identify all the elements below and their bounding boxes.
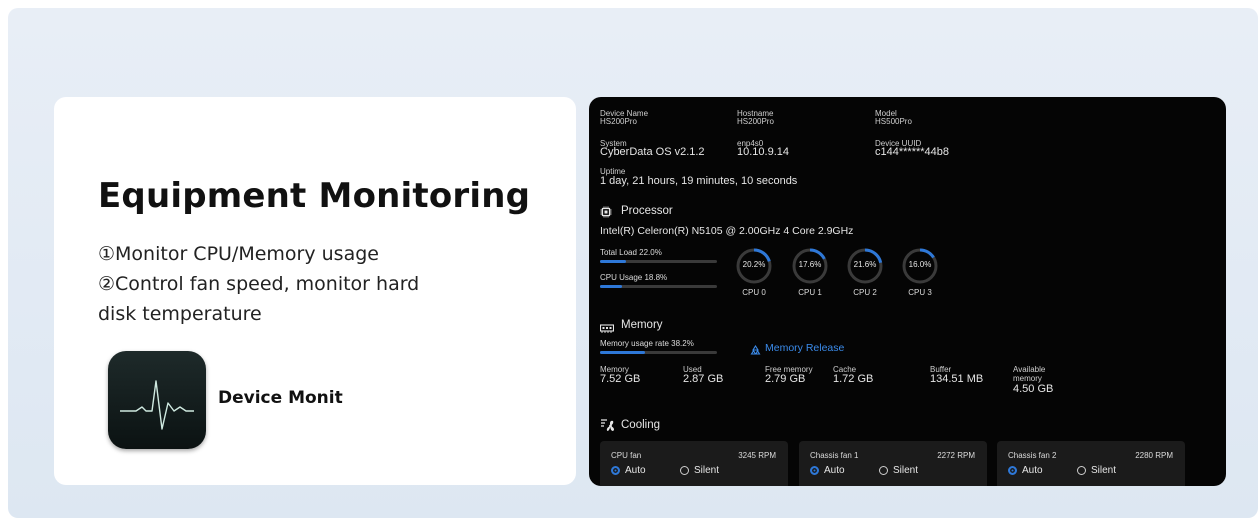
memory-usage-label: Memory usage rate 38.2%	[600, 339, 694, 348]
memory-stat-value: 2.87 GB	[683, 373, 724, 385]
memory-stat-value: 7.52 GB	[600, 373, 641, 385]
cpu-usage-bar	[600, 285, 717, 288]
memory-stat-label: Available memory	[1013, 365, 1046, 383]
uptime-value: 1 day, 21 hours, 19 minutes, 10 seconds	[600, 175, 798, 187]
cpu-core-label: CPU 3	[908, 288, 932, 297]
memory-release-button[interactable]: Memory Release	[765, 342, 844, 354]
memory-stat-value: 4.50 GB	[1013, 383, 1054, 395]
cpu-usage-bar-fill	[600, 285, 622, 288]
heartbeat-monitor-icon[interactable]	[108, 351, 206, 449]
feature-item-fan-line1: ②Control fan speed, monitor hard	[98, 273, 420, 295]
fan-name: CPU fan	[611, 451, 642, 460]
cpu-core-label: CPU 2	[853, 288, 877, 297]
fan-icon	[600, 418, 616, 437]
cpu-core-gauge: 16.0%	[901, 247, 939, 285]
cooling-title: Cooling	[621, 419, 660, 431]
recycle-icon[interactable]	[750, 343, 761, 361]
hostname-value: HS200Pro	[737, 117, 774, 126]
monitor-panel: Device Name HS200Pro Hostname HS200Pro M…	[589, 97, 1226, 486]
cpu-core-gauge: 17.6%	[791, 247, 829, 285]
total-load-bar	[600, 260, 717, 263]
fan-name: Chassis fan 1	[810, 451, 859, 460]
fan-silent-radio[interactable]	[680, 466, 689, 475]
cpu-core-gauge: 21.6%	[846, 247, 884, 285]
model-value: HS500Pro	[875, 117, 912, 126]
fan-silent-label[interactable]: Silent	[893, 465, 918, 476]
fan-rpm: 2272 RPM	[937, 451, 975, 460]
fan-rpm: 2280 RPM	[1135, 451, 1173, 460]
memory-icon	[599, 321, 615, 339]
memory-stat-value: 134.51 MB	[930, 373, 984, 385]
cpu-core-percent: 20.2%	[742, 260, 766, 269]
processor-title: Processor	[621, 205, 673, 217]
cpu-core-label: CPU 1	[798, 288, 822, 297]
total-load-bar-fill	[600, 260, 626, 263]
cpu-core-percent: 16.0%	[908, 260, 932, 269]
fan-silent-label[interactable]: Silent	[694, 465, 719, 476]
uuid-value: c144******44b8	[875, 146, 950, 158]
processor-model: Intel(R) Celeron(R) N5105 @ 2.00GHz 4 Co…	[600, 225, 854, 237]
cpu-core-percent: 17.6%	[798, 260, 822, 269]
system-value: CyberData OS v2.1.2	[600, 146, 705, 158]
fan-name: Chassis fan 2	[1008, 451, 1057, 460]
memory-stat-value: 1.72 GB	[833, 373, 874, 385]
fan-card: Chassis fan 2 2280 RPM Auto Silent	[997, 441, 1185, 486]
memory-usage-bar	[600, 351, 717, 354]
memory-title: Memory	[621, 319, 663, 331]
total-load-label: Total Load 22.0%	[600, 248, 662, 257]
fan-silent-label[interactable]: Silent	[1091, 465, 1116, 476]
memory-stat-value: 2.79 GB	[765, 373, 806, 385]
device-name-value: HS200Pro	[600, 117, 637, 126]
cpu-usage-label: CPU Usage 18.8%	[600, 273, 668, 282]
feature-item-cpu: ①Monitor CPU/Memory usage	[98, 243, 379, 265]
app-name: Device Monit	[218, 388, 343, 408]
feature-item-fan-line2: disk temperature	[98, 303, 262, 325]
fan-auto-label[interactable]: Auto	[1022, 465, 1043, 476]
fan-auto-label[interactable]: Auto	[625, 465, 646, 476]
fan-auto-radio[interactable]	[810, 466, 819, 475]
ip-value: 10.10.9.14	[737, 146, 789, 158]
fan-card: Chassis fan 1 2272 RPM Auto Silent	[799, 441, 987, 486]
cpu-core-gauge: 20.2%	[735, 247, 773, 285]
fan-auto-radio[interactable]	[611, 466, 620, 475]
fan-auto-label[interactable]: Auto	[824, 465, 845, 476]
hero-title: Equipment Monitoring	[98, 176, 531, 216]
memory-usage-bar-fill	[600, 351, 645, 354]
fan-silent-radio[interactable]	[879, 466, 888, 475]
cpu-core-label: CPU 0	[742, 288, 766, 297]
fan-card: CPU fan 3245 RPM Auto Silent	[600, 441, 788, 486]
chip-icon	[600, 205, 612, 223]
fan-rpm: 3245 RPM	[738, 451, 776, 460]
cpu-core-percent: 21.6%	[853, 260, 877, 269]
fan-silent-radio[interactable]	[1077, 466, 1086, 475]
fan-auto-radio[interactable]	[1008, 466, 1017, 475]
